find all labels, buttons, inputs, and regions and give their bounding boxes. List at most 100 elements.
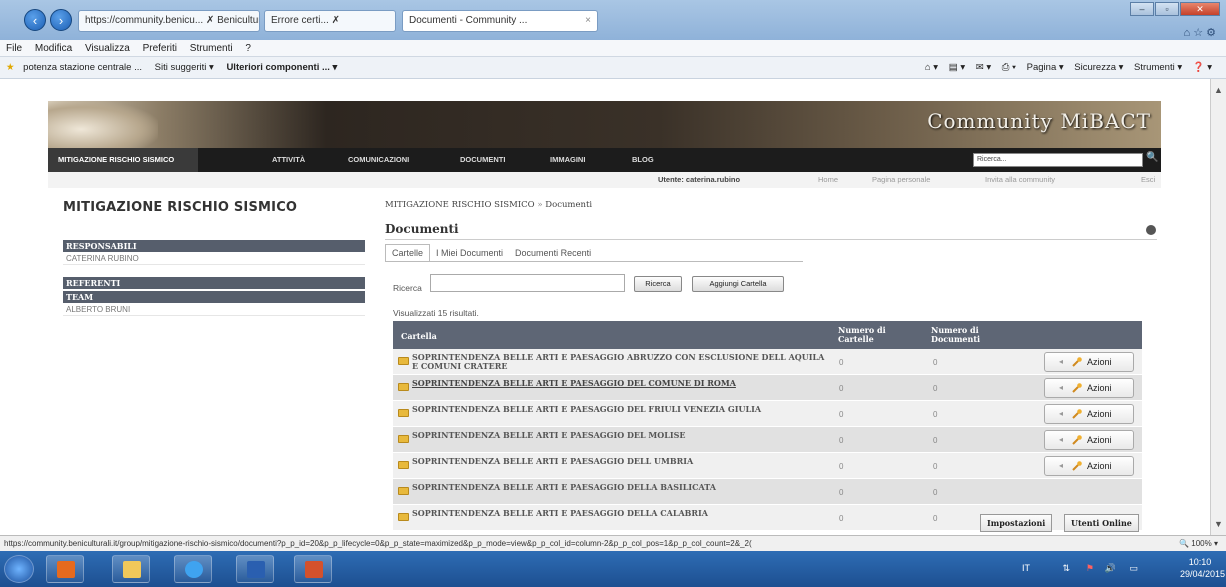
browser-tab-error[interactable]: Errore certi... ✗ (264, 10, 396, 32)
actions-button[interactable]: ◂ Azioni (1044, 404, 1134, 424)
tab-close-icon[interactable]: × (585, 11, 591, 31)
nav-mitigazione[interactable]: MITIGAZIONE RISCHIO SISMICO (48, 148, 198, 172)
dock-impostazioni[interactable]: Impostazioni (980, 514, 1053, 532)
user-bar: Utente: caterina.rubino Home Pagina pers… (48, 172, 1161, 188)
link-esci[interactable]: Esci (1141, 172, 1155, 188)
favorites-star-icon[interactable]: ★ (6, 62, 15, 73)
mail-icon[interactable]: ✉ ▾ (976, 62, 991, 73)
menu-strumenti[interactable]: Strumenti (190, 43, 233, 54)
nav-blog[interactable]: BLOG (632, 148, 654, 172)
gear-icon[interactable]: ⚙ (1206, 27, 1216, 39)
document-count: 0 (933, 488, 938, 497)
taskbar-word[interactable] (236, 555, 274, 583)
flag-icon[interactable]: ⚑ (1086, 563, 1094, 574)
folder-count: 0 (839, 436, 844, 445)
column-header-numero-cartelle[interactable]: Numero di Cartelle (838, 326, 898, 344)
site-search-input[interactable]: Ricerca... (973, 153, 1143, 167)
forward-button[interactable]: › (50, 9, 72, 31)
column-header-cartella[interactable]: Cartella (401, 331, 437, 341)
actions-label: Azioni (1087, 409, 1112, 419)
dock-utenti-online[interactable]: Utenti Online (1064, 514, 1139, 532)
clock[interactable]: 10:10 29/04/2015 (1180, 556, 1225, 580)
breadcrumb: MITIGAZIONE RISCHIO SISMICO » Documenti (385, 200, 592, 210)
star-icon[interactable]: ☆ (1193, 27, 1203, 39)
menu-modifica[interactable]: Modifica (35, 43, 72, 54)
folder-icon (123, 561, 141, 578)
home-tool-icon[interactable]: ⌂ ▾ (925, 62, 938, 73)
actions-button[interactable]: ◂ Azioni (1044, 352, 1134, 372)
nav-comunicazioni[interactable]: COMUNICAZIONI (348, 148, 409, 172)
folder-name-link[interactable]: SOPRINTENDENZA BELLE ARTI E PAESAGGIO DE… (412, 431, 832, 440)
link-invita[interactable]: Invita alla community (985, 172, 1055, 188)
scroll-down-icon[interactable]: ▼ (1214, 519, 1223, 529)
folder-name-link[interactable]: SOPRINTENDENZA BELLE ARTI E PAESAGGIO DE… (412, 379, 832, 388)
breadcrumb-group[interactable]: MITIGAZIONE RISCHIO SISMICO (385, 200, 535, 210)
folder-name-link[interactable]: SOPRINTENDENZA BELLE ARTI E PAESAGGIO DE… (412, 483, 832, 492)
print-icon[interactable]: ⎙ ▾ (1002, 62, 1016, 73)
taskbar-powerpoint[interactable] (294, 555, 332, 583)
nav-attivita[interactable]: ATTIVITÀ (272, 148, 305, 172)
search-icon[interactable]: 🔍 (1146, 152, 1158, 164)
favorite-link-ulteriori[interactable]: Ulteriori componenti ... ▾ (226, 62, 337, 73)
sidebar-head-responsabili: RESPONSABILI (63, 240, 365, 252)
folder-name-link[interactable]: SOPRINTENDENZA BELLE ARTI E PAESAGGIO DE… (412, 405, 832, 414)
menu-visualizza[interactable]: Visualizza (85, 43, 130, 54)
language-indicator[interactable]: IT (1022, 563, 1030, 573)
feeds-icon[interactable]: ▤ ▾ (949, 62, 965, 73)
folder-name-link[interactable]: SOPRINTENDENZA BELLE ARTI E PAESAGGIO DE… (412, 457, 832, 466)
scroll-up-icon[interactable]: ▲ (1214, 85, 1223, 95)
folder-search-input[interactable] (430, 274, 625, 292)
link-home[interactable]: Home (818, 172, 838, 188)
actions-button[interactable]: ◂ Azioni (1044, 456, 1134, 476)
site-navbar: MITIGAZIONE RISCHIO SISMICO ATTIVITÀ COM… (48, 148, 1161, 172)
zoom-level[interactable]: 🔍 100% ▾ (1173, 536, 1218, 551)
menu-file[interactable]: File (6, 43, 22, 54)
tool-sicurezza[interactable]: Sicurezza ▾ (1074, 62, 1123, 73)
home-icon[interactable]: ⌂ (1183, 27, 1190, 39)
tool-strumenti[interactable]: Strumenti ▾ (1134, 62, 1182, 73)
taskbar-media-player[interactable] (46, 555, 84, 583)
taskbar-internet-explorer[interactable] (174, 555, 212, 583)
vertical-scrollbar[interactable]: ▲ ▼ (1210, 79, 1226, 535)
nav-immagini[interactable]: IMMAGINI (550, 148, 585, 172)
sidebar-member[interactable]: CATERINA RUBINO (63, 253, 365, 265)
folder-name-link[interactable]: SOPRINTENDENZA BELLE ARTI E PAESAGGIO DE… (412, 509, 832, 518)
tool-pagina[interactable]: Pagina ▾ (1027, 62, 1064, 73)
folder-icon (398, 513, 409, 521)
close-window-button[interactable]: ✕ (1180, 2, 1220, 16)
favorite-link-siti-suggeriti[interactable]: Siti suggeriti ▾ (155, 62, 214, 73)
site-logo[interactable]: Community MiBACT (927, 109, 1151, 133)
browser-tab-documenti[interactable]: Documenti - Community ... × (402, 10, 598, 32)
document-count: 0 (933, 514, 938, 523)
search-button[interactable]: Ricerca (634, 276, 682, 292)
wrench-icon (1072, 461, 1082, 471)
actions-button[interactable]: ◂ Azioni (1044, 378, 1134, 398)
minimize-button[interactable]: – (1130, 2, 1154, 16)
tab-cartelle[interactable]: Cartelle (385, 244, 431, 262)
favorite-link-potenza[interactable]: potenza stazione centrale ... (23, 62, 142, 73)
address-bar[interactable]: https://community.benicu... ✗ Benicultur… (78, 10, 260, 32)
menu-help[interactable]: ? (245, 43, 251, 54)
help-icon[interactable]: ❓ ▾ (1193, 62, 1212, 73)
actions-button[interactable]: ◂ Azioni (1044, 430, 1134, 450)
folder-count: 0 (839, 462, 844, 471)
options-icon[interactable] (1146, 225, 1156, 235)
folder-name-link[interactable]: SOPRINTENDENZA BELLE ARTI E PAESAGGIO AB… (412, 353, 832, 371)
volume-icon[interactable]: 🔊 (1105, 563, 1116, 574)
nav-documenti[interactable]: DOCUMENTI (460, 148, 505, 172)
taskbar-explorer[interactable] (112, 555, 150, 583)
sidebar-member[interactable]: ALBERTO BRUNI (63, 304, 365, 316)
add-folder-button[interactable]: Aggiungi Cartella (692, 276, 784, 292)
start-button[interactable] (4, 555, 34, 583)
actions-label: Azioni (1087, 383, 1112, 393)
maximize-button[interactable]: ▫ (1155, 2, 1179, 16)
column-header-numero-documenti[interactable]: Numero di Documenti (931, 326, 1001, 344)
link-pagina-personale[interactable]: Pagina personale (872, 172, 930, 188)
dropdown-arrow-icon: ◂ (1059, 461, 1064, 470)
battery-icon[interactable]: ▭ (1129, 563, 1138, 574)
back-button[interactable]: ‹ (24, 9, 46, 31)
dropdown-arrow-icon: ◂ (1059, 409, 1064, 418)
menu-preferiti[interactable]: Preferiti (143, 43, 177, 54)
network-icon[interactable]: ⇅ (1062, 563, 1070, 574)
taskbar: IT ⇅ ⚑ 🔊 ▭ 10:10 29/04/2015 (0, 551, 1226, 587)
